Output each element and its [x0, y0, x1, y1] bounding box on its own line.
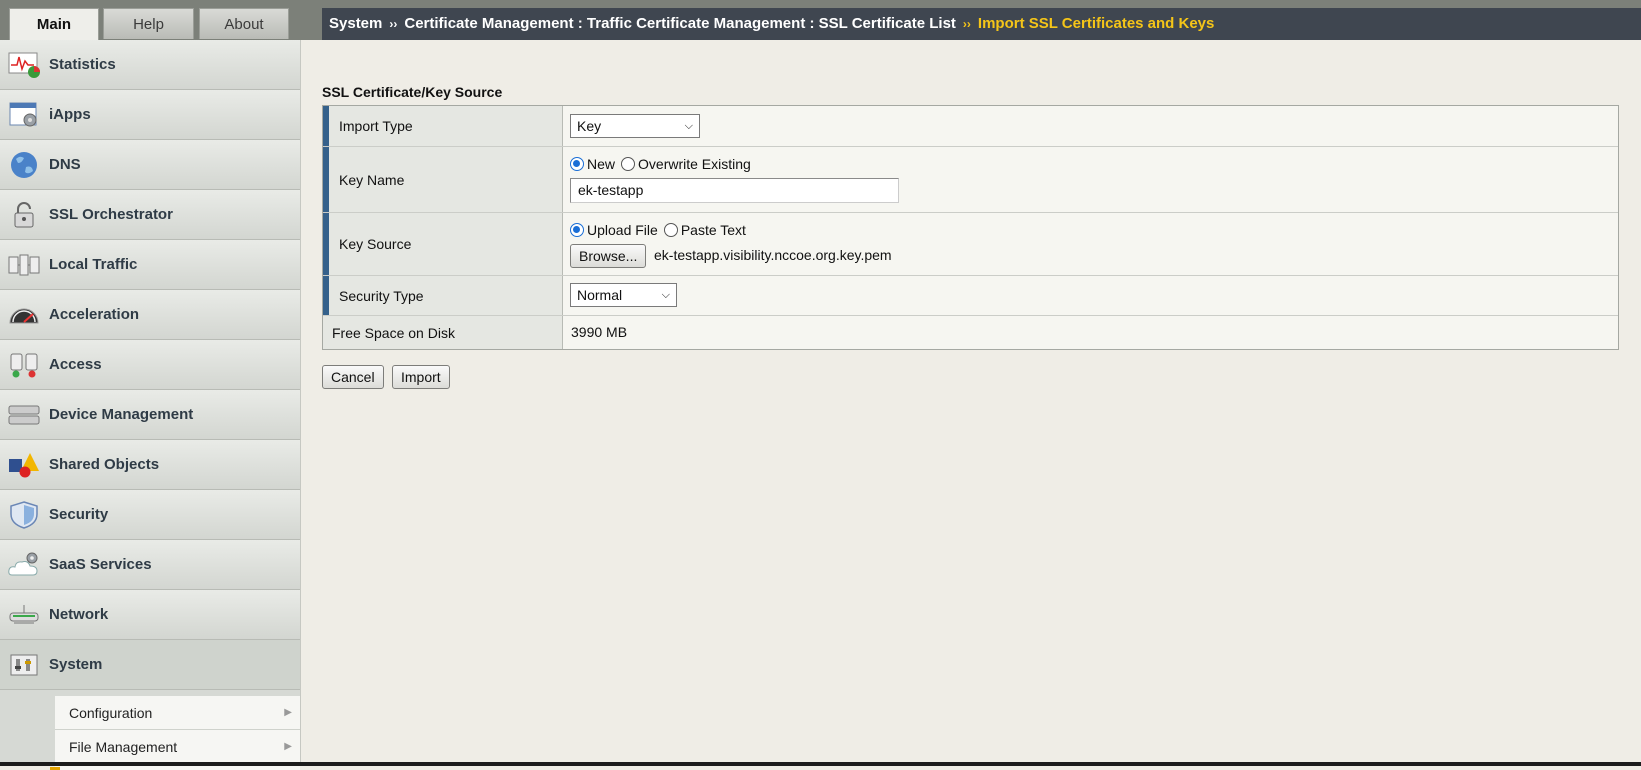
- nav-item-dns[interactable]: DNS: [0, 140, 300, 190]
- key-source-label: Key Source: [339, 236, 412, 252]
- radio-overwrite-label[interactable]: Overwrite Existing: [638, 156, 751, 172]
- nav-item-local-traffic[interactable]: Local Traffic: [0, 240, 300, 290]
- nav-label: Access: [49, 356, 102, 373]
- nav-item-security[interactable]: Security: [0, 490, 300, 540]
- breadcrumb-separator: ››: [389, 17, 398, 31]
- submenu-item-file-management[interactable]: File Management ▶: [55, 730, 300, 764]
- nav-label: SSL Orchestrator: [49, 206, 173, 223]
- cancel-button[interactable]: Cancel: [322, 365, 384, 389]
- nav-label: Acceleration: [49, 306, 140, 323]
- nav-item-network[interactable]: Network: [0, 590, 300, 640]
- iapps-icon: [9, 102, 37, 127]
- import-button[interactable]: Import: [392, 365, 450, 389]
- tab-main[interactable]: Main: [9, 8, 99, 40]
- chevron-right-icon: ▶: [284, 707, 292, 718]
- nav-item-acceleration[interactable]: Acceleration: [0, 290, 300, 340]
- breadcrumb-path[interactable]: Certificate Management : Traffic Certifi…: [404, 15, 956, 32]
- row-import-type: Import Type Key ⌵: [323, 106, 1618, 147]
- radio-upload-label[interactable]: Upload File: [587, 222, 658, 238]
- nav-label: System: [49, 656, 103, 673]
- radio-paste-text[interactable]: [663, 223, 678, 237]
- section-title: SSL Certificate/Key Source: [322, 84, 503, 100]
- top-tab-bar: Main Help About: [0, 0, 300, 40]
- nav-item-system[interactable]: System: [0, 640, 300, 690]
- panel-divider: [300, 40, 301, 766]
- chevron-down-icon: ⌵: [661, 289, 670, 301]
- tab-about[interactable]: About: [199, 8, 289, 39]
- nav-label: Network: [49, 606, 109, 623]
- import-type-label: Import Type: [339, 118, 413, 134]
- statistics-icon: [8, 52, 40, 78]
- security-type-value: Normal: [577, 287, 623, 303]
- shield-icon: [10, 501, 38, 529]
- browse-button[interactable]: Browse...: [570, 244, 647, 268]
- nav-label: Security: [49, 506, 109, 523]
- nav-label: Shared Objects: [49, 456, 160, 473]
- tab-help[interactable]: Help: [103, 8, 194, 39]
- cloud-gear-icon: [8, 552, 38, 576]
- nav-item-access[interactable]: Access: [0, 340, 300, 390]
- free-space-label: Free Space on Disk: [332, 324, 455, 341]
- security-type-label: Security Type: [339, 287, 424, 304]
- required-marker: [323, 213, 329, 275]
- breadcrumb-current: Import SSL Certificates and Keys: [977, 15, 1215, 32]
- nav-item-shared-objects[interactable]: Shared Objects: [0, 440, 300, 490]
- submenu-label: File Management: [69, 739, 178, 755]
- access-icon: [10, 353, 38, 378]
- system-icon: [10, 654, 38, 676]
- required-marker: [323, 147, 329, 212]
- network-icon: [9, 605, 39, 624]
- submenu-item-configuration[interactable]: Configuration ▶: [55, 696, 300, 730]
- nav-item-iapps[interactable]: iApps: [0, 90, 300, 140]
- radio-paste-label[interactable]: Paste Text: [681, 222, 746, 238]
- radio-new-label[interactable]: New: [587, 156, 615, 172]
- radio-overwrite-existing[interactable]: [621, 157, 636, 171]
- nav-label: Local Traffic: [49, 256, 138, 273]
- device-management-icon: [8, 405, 40, 425]
- radio-new[interactable]: [570, 157, 584, 171]
- submenu-label: Configuration: [69, 705, 153, 721]
- nav-label: DNS: [49, 156, 81, 173]
- breadcrumb: System ›› Certificate Management : Traffic…: [322, 8, 1641, 40]
- import-form-table: Import Type Key ⌵ Key Name New Overwrite …: [322, 105, 1619, 350]
- radio-upload-file[interactable]: [570, 223, 584, 237]
- breadcrumb-root[interactable]: System: [329, 15, 382, 32]
- chevron-down-icon: ⌵: [684, 120, 693, 132]
- selected-file-name: ek-testapp.visibility.nccoe.org.key.pem: [654, 247, 892, 263]
- dns-globe-icon: [11, 152, 37, 178]
- key-name-label: Key Name: [339, 171, 405, 188]
- required-marker: [323, 106, 329, 146]
- import-type-value: Key: [577, 118, 602, 134]
- row-key-name: Key Name New Overwrite Existing ek-testap…: [323, 147, 1618, 213]
- chevron-right-icon: ▶: [284, 741, 292, 752]
- key-name-input[interactable]: ek-testapp: [570, 178, 899, 203]
- row-free-space: Free Space on Disk 3990 MB: [323, 316, 1618, 349]
- nav-item-device-management[interactable]: Device Management: [0, 390, 300, 440]
- free-space-value: 3990 MB: [571, 324, 628, 340]
- nav-label: Device Management: [49, 406, 194, 423]
- nav-item-saas-services[interactable]: SaaS Services: [0, 540, 300, 590]
- local-traffic-icon: [8, 254, 40, 276]
- nav-label: SaaS Services: [49, 556, 152, 573]
- required-marker: [323, 276, 329, 315]
- nav-label: iApps: [49, 106, 91, 123]
- speedometer-icon: [9, 308, 39, 324]
- row-security-type: Security Type Normal ⌵: [323, 276, 1618, 316]
- security-type-select[interactable]: Normal ⌵: [570, 283, 677, 307]
- shared-objects-icon: [9, 453, 39, 478]
- row-key-source: Key Source Upload File Paste Text Browse.…: [323, 213, 1618, 276]
- breadcrumb-separator: ››: [962, 17, 971, 31]
- nav-label: Statistics: [49, 56, 116, 73]
- key-source-radio-group: Upload File Paste Text: [570, 222, 752, 238]
- padlock-icon: [14, 202, 34, 228]
- key-name-radio-group: New Overwrite Existing: [570, 156, 757, 172]
- nav-item-statistics[interactable]: Statistics: [0, 40, 300, 90]
- left-panel: Main Help About Statistics iApps DNS SSL…: [0, 0, 300, 770]
- nav-item-ssl-orchestrator[interactable]: SSL Orchestrator: [0, 190, 300, 240]
- main-nav: Statistics iApps DNS SSL Orchestrator Lo…: [0, 40, 300, 770]
- bottom-edge: [0, 762, 1641, 766]
- import-type-select[interactable]: Key ⌵: [570, 114, 700, 138]
